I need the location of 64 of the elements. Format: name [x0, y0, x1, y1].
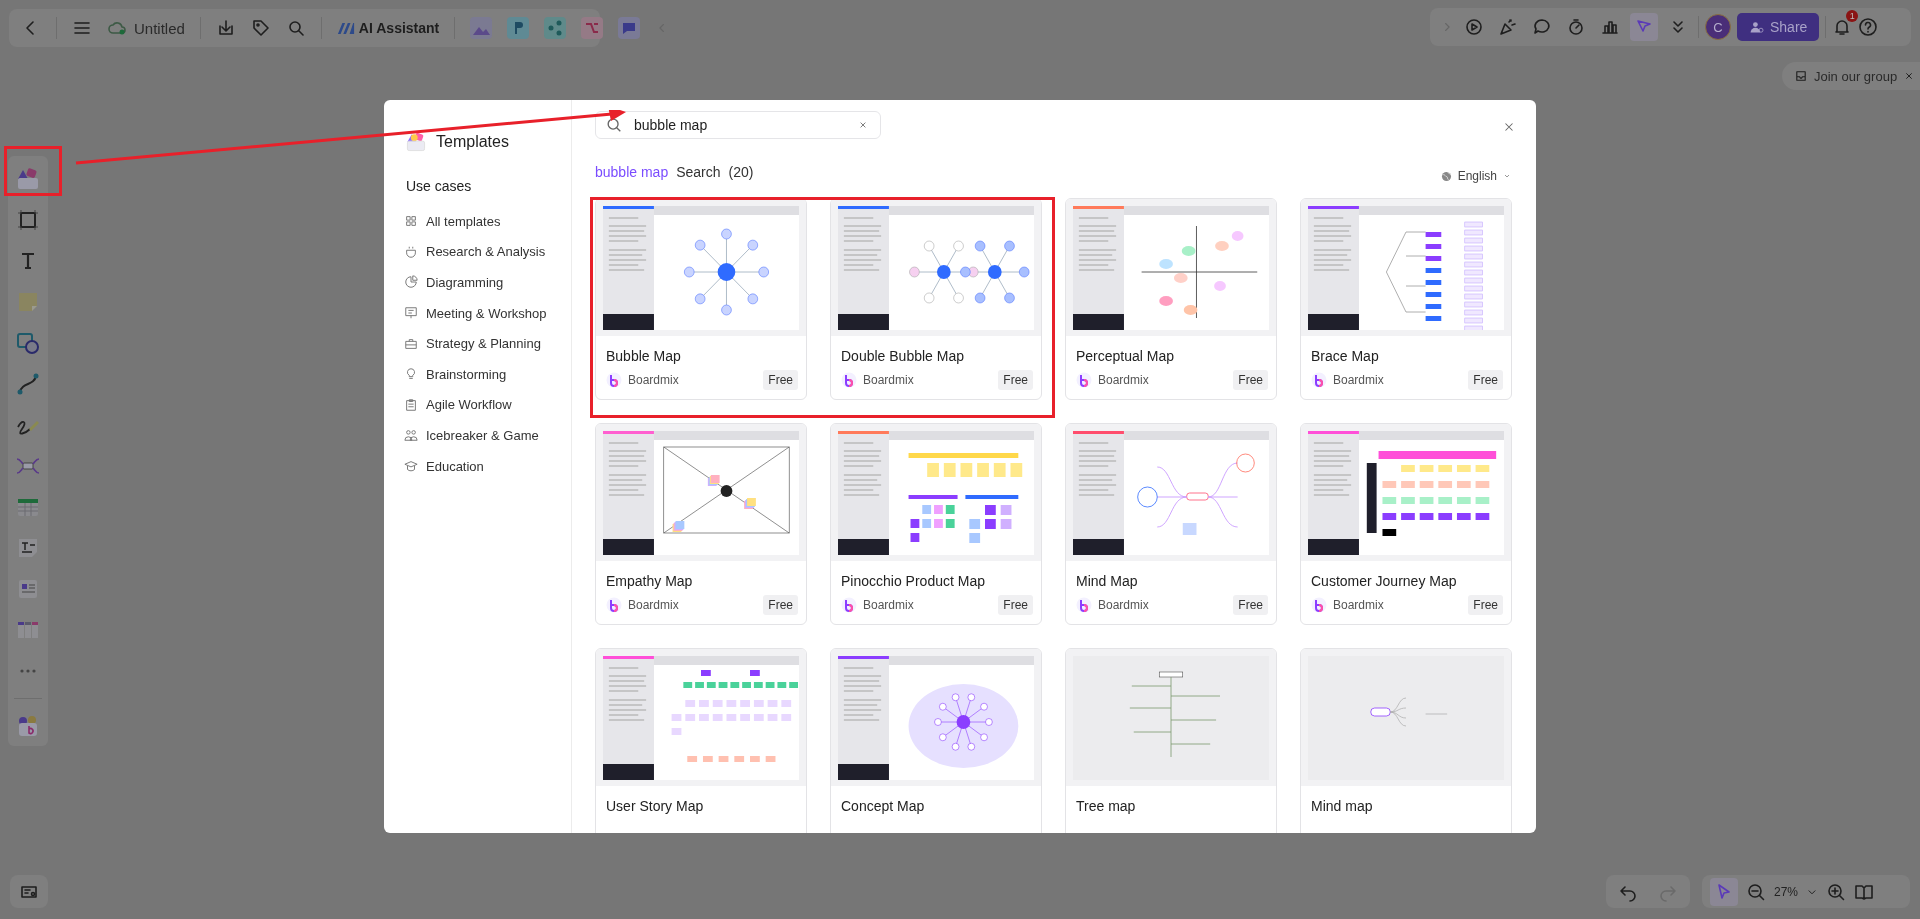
template-title: Mind Map: [1076, 573, 1139, 589]
user-avatar[interactable]: C: [1705, 14, 1731, 40]
template-card[interactable]: Bubble Map Boardmix Free: [595, 198, 807, 400]
price-tag: Free: [763, 595, 798, 615]
template-card[interactable]: Brace Map Boardmix Free: [1300, 198, 1512, 400]
author-name: Boardmix: [863, 598, 915, 612]
price-tag: Free: [1468, 370, 1503, 390]
search-query: bubble map: [595, 164, 669, 180]
template-card[interactable]: Perceptual Map Boardmix Free: [1065, 198, 1277, 400]
results-label: Search: [676, 164, 721, 180]
category-item[interactable]: Meeting & Workshop: [404, 297, 571, 329]
template-card[interactable]: Pinocchio Product Map Boardmix Free: [830, 423, 1042, 625]
category-item[interactable]: Education: [404, 450, 571, 482]
template-title: Pinocchio Product Map: [841, 573, 986, 589]
price-tag: Free: [1233, 370, 1268, 390]
ai-assistant-button[interactable]: AI Assistant: [336, 20, 440, 36]
author-name: Boardmix: [628, 598, 680, 612]
share-button[interactable]: Share: [1737, 13, 1820, 41]
category-item[interactable]: Research & Analysis: [404, 236, 571, 268]
category-item[interactable]: Agile Workflow: [404, 389, 571, 421]
category-item[interactable]: Brainstorming: [404, 358, 571, 390]
author-name: Boardmix: [1333, 373, 1385, 387]
author-name: Boardmix: [1098, 598, 1150, 612]
category-item[interactable]: All templates: [404, 206, 571, 237]
author-name: Boardmix: [863, 373, 915, 387]
template-title: Empathy Map: [606, 573, 694, 589]
template-card[interactable]: Customer Journey Map Boardmix Free: [1300, 423, 1512, 625]
template-title: User Story Map: [606, 798, 705, 814]
category-item[interactable]: Icebreaker & Game: [404, 420, 571, 451]
template-card[interactable]: Mind Map Boardmix Free: [1065, 423, 1277, 625]
category-item[interactable]: Diagramming: [404, 267, 571, 298]
category-item[interactable]: Strategy & Planning: [404, 328, 571, 359]
language-selector[interactable]: English: [1439, 169, 1512, 183]
author-name: Boardmix: [1333, 598, 1385, 612]
price-tag: Free: [998, 370, 1033, 390]
results-count: (20): [728, 164, 754, 180]
template-title: Mind map: [1311, 798, 1374, 814]
template-card[interactable]: Double Bubble Map Boardmix Free: [830, 198, 1042, 400]
join-group-label: Join our group: [1814, 68, 1898, 84]
template-card[interactable]: Mind map: [1300, 648, 1512, 833]
price-tag: Free: [1233, 595, 1268, 615]
template-card[interactable]: Concept Map: [830, 648, 1042, 833]
dialog-title: Templates: [436, 133, 509, 151]
template-title: Perceptual Map: [1076, 348, 1176, 364]
template-card[interactable]: User Story Map: [595, 648, 807, 833]
notification-badge: 1: [1846, 10, 1859, 22]
template-card[interactable]: Empathy Map Boardmix Free: [595, 423, 807, 625]
price-tag: Free: [998, 595, 1033, 615]
price-tag: Free: [763, 370, 798, 390]
price-tag: Free: [1468, 595, 1503, 615]
zoom-level[interactable]: 27%: [1774, 884, 1799, 899]
template-title: Bubble Map: [606, 348, 682, 364]
join-group-banner[interactable]: Join our group: [1782, 62, 1920, 90]
search-field[interactable]: bubble map: [595, 111, 881, 139]
document-title[interactable]: Untitled: [134, 19, 185, 37]
template-title: Brace Map: [1311, 348, 1380, 364]
section-heading: Use cases: [406, 178, 473, 194]
template-title: Double Bubble Map: [841, 348, 965, 364]
author-name: Boardmix: [1098, 373, 1150, 387]
author-name: Boardmix: [628, 373, 680, 387]
template-title: Tree map: [1076, 798, 1137, 814]
template-title: Concept Map: [841, 798, 926, 814]
template-title: Customer Journey Map: [1311, 573, 1458, 589]
template-card[interactable]: Tree map: [1065, 648, 1277, 833]
